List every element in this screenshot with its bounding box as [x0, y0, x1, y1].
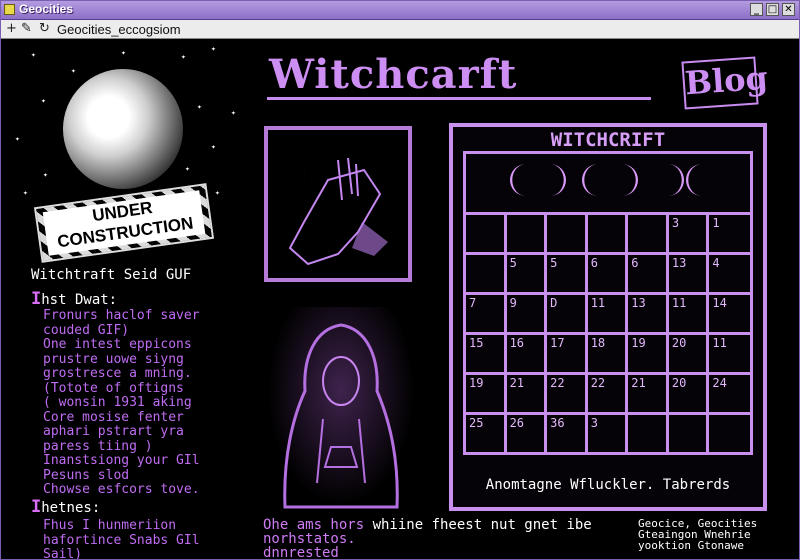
window-title: Geocities — [19, 2, 74, 16]
calendar-day-cell[interactable]: 7 — [466, 292, 507, 332]
footer-text: Geocice, Geocities Gteaingon Wnehrie yoo… — [638, 517, 758, 552]
reload-icon[interactable]: ↻ — [39, 21, 50, 36]
moon-phases-icon — [510, 164, 702, 196]
star-icon: ✦ — [23, 188, 28, 197]
calendar-day-cell[interactable]: 36 — [547, 412, 588, 452]
calendar-day-cell[interactable]: 20 — [668, 372, 710, 412]
calendar-day-cell[interactable]: 26 — [506, 412, 548, 452]
calendar-day-cell[interactable]: 16 — [506, 332, 548, 372]
calendar-grid: 3 1 5 5 6 6 13 4 7 9 D 11 13 11 14 15 16 17 18 19 20 11 19 21 22… — [466, 212, 750, 452]
calendar-day-cell[interactable] — [668, 412, 710, 452]
under-construction-sign: UNDER CONSTRUCTION — [33, 183, 215, 263]
calendar-day-cell[interactable]: 6 — [628, 252, 669, 292]
calendar-day-cell[interactable]: 5 — [547, 252, 588, 292]
address-bar[interactable]: Geocities_eccogsiom — [57, 22, 181, 37]
calendar-day-cell[interactable]: 11 — [668, 292, 710, 332]
star-icon: ✦ — [185, 164, 190, 173]
calendar-day-cell[interactable]: 13 — [668, 252, 710, 292]
calendar-day-cell[interactable]: D — [547, 292, 588, 332]
calendar-day-cell[interactable] — [709, 412, 750, 452]
calendar-day-cell[interactable]: 18 — [587, 332, 629, 372]
calendar-day-cell[interactable] — [628, 412, 669, 452]
star-icon: ✦ — [71, 66, 76, 75]
site-title: Witchcarft — [269, 51, 518, 98]
calendar-day-cell[interactable] — [587, 212, 629, 252]
calendar-day-cell[interactable]: 1 — [709, 212, 750, 252]
calendar-day-cell[interactable]: 9 — [506, 292, 548, 332]
star-icon: ✦ — [215, 188, 220, 197]
calendar-day-cell[interactable]: 11 — [587, 292, 629, 332]
star-icon: ✦ — [211, 142, 216, 151]
star-icon: ✦ — [41, 96, 46, 105]
calendar-day-cell[interactable]: 13 — [628, 292, 669, 332]
calendar-footer: Anomtagne Wfluckler. Tabrerds — [485, 477, 731, 493]
toolbar: + ✎ ↻ Geocities_eccogsiom — [1, 20, 799, 39]
crescent-moon-witch-image — [264, 126, 412, 282]
calendar-day-cell[interactable]: 3 — [668, 212, 710, 252]
star-icon: ✦ — [231, 108, 236, 117]
star-icon: ✦ — [211, 44, 216, 53]
calendar-frame: 3 1 5 5 6 6 13 4 7 9 D 11 13 11 14 15 16 17 18 19 20 11 19 21 22… — [463, 151, 753, 455]
hooded-witch-image — [261, 307, 421, 515]
section-heading-2: Ihetnes: — [31, 497, 101, 517]
bottom-text: Ohe ams hors whiine fheest nut gnet ibe … — [263, 517, 592, 560]
calendar-day-cell[interactable] — [547, 212, 588, 252]
sidebar-tagline: Witchtraft Seid GUF — [31, 267, 192, 283]
witchcraft-calendar: WITCHCRIFT 3 1 5 5 6 6 13 4 7 9 D 11 13 11 14 15 16 17 18 1… — [449, 123, 767, 511]
star-icon: ✦ — [121, 48, 126, 57]
calendar-day-cell[interactable] — [628, 212, 669, 252]
browser-window: Geocities _ □ ✕ + ✎ ↻ Geocities_eccogsio… — [0, 0, 800, 560]
minimize-button[interactable]: _ — [750, 3, 763, 16]
title-divider — [267, 97, 651, 100]
calendar-day-cell[interactable] — [466, 252, 507, 292]
sidebar-list-2: Fhus I hunmeriion hafortince Snabs GIl S… — [43, 518, 200, 560]
calendar-day-cell[interactable]: 25 — [466, 412, 507, 452]
calendar-day-cell[interactable]: 21 — [506, 372, 548, 412]
calendar-day-cell[interactable] — [466, 212, 507, 252]
blog-button[interactable]: Blog — [681, 56, 769, 110]
star-icon: ✦ — [15, 134, 20, 143]
calendar-day-cell[interactable]: 5 — [506, 252, 548, 292]
close-button[interactable]: ✕ — [782, 3, 795, 16]
calendar-day-cell[interactable]: 14 — [709, 292, 750, 332]
star-icon: ✦ — [43, 170, 48, 179]
star-icon: ✦ — [181, 52, 186, 61]
page-content: ✦ ✦ ✦ ✦ ✦ ✦ ✦ ✦ ✦ ✦ ✦ ✦ ✦ ✦ UNDER CONSTR… — [1, 39, 799, 559]
calendar-day-cell[interactable]: 22 — [547, 372, 588, 412]
sidebar-list-1: Fronurs haclof saver couded GIF) One int… — [43, 308, 200, 497]
maximize-button[interactable]: □ — [766, 3, 779, 16]
star-icon: ✦ — [197, 102, 202, 111]
calendar-day-cell[interactable]: 11 — [709, 332, 750, 372]
calendar-day-cell[interactable]: 4 — [709, 252, 750, 292]
calendar-day-cell[interactable]: 21 — [628, 372, 669, 412]
section-heading-1: Ihst Dwat: — [31, 289, 118, 309]
title-bar: Geocities _ □ ✕ — [1, 1, 799, 20]
calendar-day-cell[interactable]: 6 — [587, 252, 629, 292]
edit-icon[interactable]: ✎ — [21, 21, 32, 36]
calendar-day-cell[interactable]: 17 — [547, 332, 588, 372]
add-icon[interactable]: + — [6, 21, 17, 36]
calendar-day-cell[interactable] — [506, 212, 548, 252]
calendar-day-cell[interactable]: 3 — [587, 412, 629, 452]
calendar-day-cell[interactable]: 22 — [587, 372, 629, 412]
moon-image — [63, 69, 183, 189]
star-icon: ✦ — [31, 50, 36, 59]
calendar-day-cell[interactable]: 19 — [466, 372, 507, 412]
app-icon — [4, 4, 15, 15]
calendar-day-cell[interactable]: 15 — [466, 332, 507, 372]
calendar-day-cell[interactable]: 20 — [668, 332, 710, 372]
calendar-day-cell[interactable]: 19 — [628, 332, 669, 372]
calendar-day-cell[interactable]: 24 — [709, 372, 750, 412]
calendar-title: WITCHCRIFT — [550, 129, 666, 151]
